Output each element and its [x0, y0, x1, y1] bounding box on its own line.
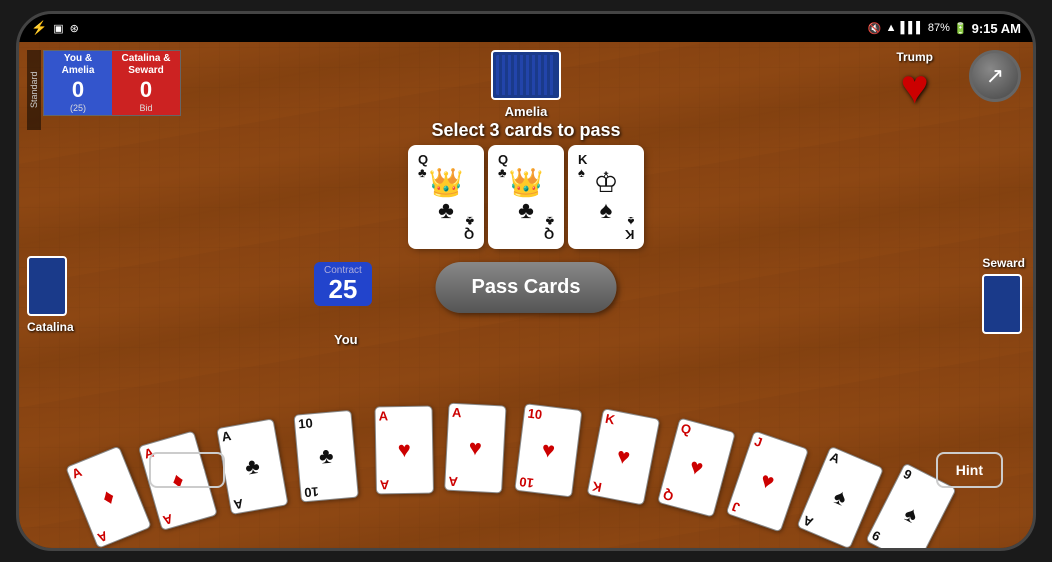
mute-icon: 🔇	[868, 22, 882, 35]
hand-card-7[interactable]: 10 ♥ 10	[514, 403, 582, 497]
battery-icon: 🔋	[954, 22, 968, 35]
undo-button[interactable]: Undo	[149, 452, 225, 488]
contract-box: Contract 25	[314, 262, 372, 306]
trump-suit: ♥	[896, 64, 933, 112]
team2-bid: Bid	[135, 101, 156, 115]
status-left: ⚡ ▣ ⊛	[31, 20, 79, 36]
hand-card-10[interactable]: J ♥ J	[726, 430, 809, 532]
amelia-name: Amelia	[491, 104, 561, 119]
center-card-1[interactable]: Q♣ 👑 ♣ Q♣	[410, 147, 482, 247]
card2-suit: ♣	[518, 197, 534, 225]
game-area: Standard You &Amelia 0 (25) Catalina &Se…	[19, 42, 1033, 548]
hand-card-5[interactable]: A ♥ A	[374, 406, 434, 495]
card2-corner-bottom: Q♣	[544, 215, 554, 241]
center-card-2[interactable]: Q♣ 👑 ♣ Q♣	[490, 147, 562, 247]
trump-area: Trump ♥	[896, 50, 933, 112]
usb-icon: ⚡	[31, 20, 47, 36]
team2-score-col: Catalina &Seward 0 Bid	[112, 51, 180, 115]
hand-card-1[interactable]: A ♦ A	[65, 446, 152, 548]
card2-corner-top: Q♣	[498, 153, 508, 179]
card2-queen-icon: 👑	[509, 169, 544, 197]
card1-corner-bottom: Q♣	[464, 215, 474, 241]
card1-queen-icon: 👑	[429, 169, 464, 197]
score-panel: Standard You &Amelia 0 (25) Catalina &Se…	[27, 50, 181, 116]
team1-name: You &Amelia	[58, 51, 99, 79]
sim-icon: ▣	[53, 22, 63, 35]
left-player-area: Catalina	[27, 256, 74, 334]
hand-card-3[interactable]: A ♣ A	[216, 418, 288, 515]
card1-corner-top: Q♣	[418, 153, 428, 179]
wifi-signal-icon: ⊛	[70, 22, 79, 35]
hand-card-6[interactable]: A ♥ A	[444, 403, 507, 494]
standard-label: Standard	[27, 50, 41, 130]
team1-bid: (25)	[66, 101, 90, 115]
direction-button[interactable]: ↗	[969, 50, 1021, 102]
catalina-deck	[27, 256, 67, 316]
wifi-icon: ▲	[886, 22, 897, 34]
hand-card-4[interactable]: 10 ♣ 10	[293, 410, 358, 503]
right-player-area: Seward	[982, 256, 1025, 334]
signal-icon: ▌▌▌	[901, 22, 924, 34]
seward-deck	[982, 274, 1022, 334]
status-right: 🔇 ▲ ▌▌▌ 87% 🔋 9:15 AM	[868, 21, 1021, 36]
clock: 9:15 AM	[972, 21, 1021, 36]
pass-cards-button[interactable]: Pass Cards	[436, 262, 617, 313]
catalina-name: Catalina	[27, 320, 74, 334]
card3-suit: ♠	[600, 197, 613, 225]
center-cards: Q♣ 👑 ♣ Q♣ Q♣ 👑 ♣ Q♣ K♠ ♔	[410, 147, 642, 247]
team2-bid-value: Bid	[139, 103, 152, 113]
card3-corner-bottom: K♠	[625, 215, 634, 241]
phone-frame: ⚡ ▣ ⊛ 🔇 ▲ ▌▌▌ 87% 🔋 9:15 AM Standard You…	[16, 11, 1036, 551]
score-table: You &Amelia 0 (25) Catalina &Seward 0 Bi…	[43, 50, 181, 116]
team1-bid-value: (25)	[70, 103, 86, 113]
status-bar: ⚡ ▣ ⊛ 🔇 ▲ ▌▌▌ 87% 🔋 9:15 AM	[19, 14, 1033, 42]
hint-button[interactable]: Hint	[936, 452, 1003, 488]
team1-score: 0	[72, 79, 84, 101]
seward-name: Seward	[982, 256, 1025, 270]
card3-corner-top: K♠	[578, 153, 587, 179]
center-card-3[interactable]: K♠ ♔ ♠ K♠	[570, 147, 642, 247]
hand-card-9[interactable]: Q ♥ Q	[657, 417, 736, 517]
contract-value: 25	[324, 276, 362, 302]
you-label: You	[334, 332, 358, 347]
team2-name: Catalina &Seward	[118, 51, 175, 79]
top-player-area: Amelia	[491, 50, 561, 119]
amelia-deck	[491, 50, 561, 100]
card3-king-icon: ♔	[593, 169, 618, 197]
direction-arrow-icon: ↗	[986, 63, 1004, 89]
select-instruction: Select 3 cards to pass	[431, 120, 620, 141]
team2-score: 0	[140, 79, 152, 101]
card1-suit: ♣	[438, 197, 454, 225]
team1-score-col: You &Amelia 0 (25)	[44, 51, 112, 115]
battery-percentage: 87%	[928, 22, 950, 34]
hand-card-8[interactable]: K ♥ K	[587, 408, 661, 505]
